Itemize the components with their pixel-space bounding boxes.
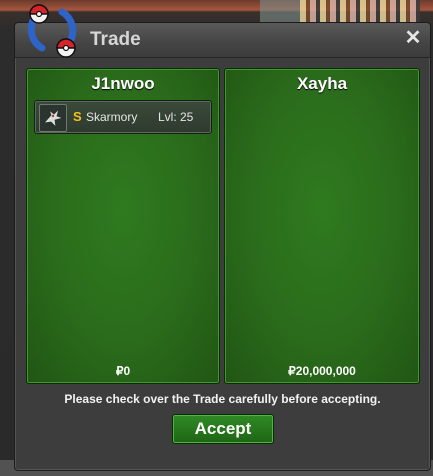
partner-money-amount: ₽20,000,000 [288, 364, 356, 378]
my-player-name: J1nwoo [91, 74, 155, 93]
trade-window: Trade ✕ J1nwoo S Skarmory Lvl: 25 ₽0 Xay… [14, 22, 431, 471]
partner-player-name: Xayha [296, 74, 348, 93]
pokeball-emblem-icon [27, 4, 77, 58]
world-building [300, 0, 420, 22]
accept-button[interactable]: Accept [172, 414, 274, 444]
window-title: Trade [90, 29, 141, 50]
close-icon[interactable]: ✕ [402, 27, 424, 49]
my-offer-panel: J1nwoo S Skarmory Lvl: 25 ₽0 [26, 68, 220, 384]
pokemon-name: Skarmory [86, 110, 138, 124]
trade-warning-text: Please check over the Trade carefully be… [64, 392, 381, 406]
skarmory-sprite-icon [39, 104, 67, 132]
pokemon-level: Lvl: 25 [158, 110, 194, 124]
trade-item[interactable]: S Skarmory Lvl: 25 [34, 100, 212, 134]
partner-offer-panel: Xayha ₽20,000,000 [224, 68, 420, 384]
my-money-amount: ₽0 [115, 364, 131, 378]
world-tile [260, 0, 300, 22]
coin-icon: S [73, 109, 82, 124]
